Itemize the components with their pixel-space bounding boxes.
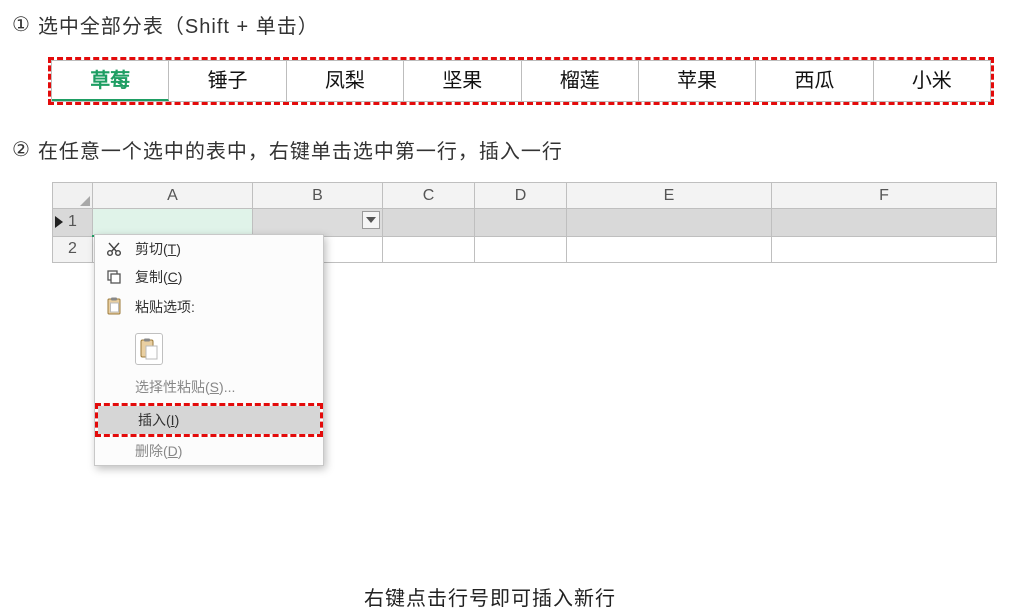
col-header-D[interactable]: D [475, 183, 567, 209]
row-header-1[interactable]: 1 [53, 209, 93, 237]
step-2-text: 在任意一个选中的表中，右键单击选中第一行，插入一行 [38, 135, 563, 164]
filter-icon[interactable] [362, 211, 380, 229]
col-header-E[interactable]: E [567, 183, 772, 209]
step-1-heading: ① 选中全部分表（Shift + 单击） [12, 10, 1010, 39]
cell-C1[interactable] [383, 209, 475, 237]
clipboard-icon [103, 297, 125, 315]
ctx-paste-label: 粘贴选项: [135, 297, 313, 317]
cell-E2[interactable] [567, 236, 772, 262]
sheet-tab-3[interactable]: 坚果 [404, 61, 521, 101]
copy-icon [103, 269, 125, 285]
ctx-paste-buttons [135, 329, 323, 373]
ctx-paste-options: 粘贴选项: [95, 291, 323, 329]
step-2-heading: ② 在任意一个选中的表中，右键单击选中第一行，插入一行 [12, 135, 1010, 164]
annotation-text: 右键点击行号即可插入新行 [364, 582, 764, 611]
sheet-tabs-highlight: 草莓 锤子 凤梨 坚果 榴莲 苹果 西瓜 小米 [48, 57, 994, 105]
cell-A1[interactable]: 立 [93, 209, 253, 237]
paste-default-icon[interactable] [135, 333, 163, 365]
sheet-tab-2[interactable]: 凤梨 [287, 61, 404, 101]
col-header-C[interactable]: C [383, 183, 475, 209]
ctx-copy-label: 复制(C) [135, 267, 313, 287]
cell-D2[interactable] [475, 236, 567, 262]
select-all-corner[interactable] [53, 183, 93, 209]
ctx-delete[interactable]: 删除(D) [95, 437, 323, 465]
ctx-cut[interactable]: 剪切(T) [95, 235, 323, 263]
sheet-tab-1[interactable]: 锤子 [169, 61, 286, 101]
cell-F2[interactable] [772, 236, 997, 262]
ctx-insert-highlight: 插入(I) [95, 403, 323, 437]
step-1-text: 选中全部分表（Shift + 单击） [38, 10, 319, 39]
step-1-number: ① [12, 12, 30, 37]
ctx-insert-label: 插入(I) [138, 410, 310, 430]
step-2-number: ② [12, 137, 30, 162]
sheet-tab-0[interactable]: 草莓 [52, 61, 169, 101]
sheet-tab-5[interactable]: 苹果 [639, 61, 756, 101]
context-menu: 剪切(T) 复制(C) 粘贴选项: 选择性粘贴(S)... [94, 234, 324, 466]
ctx-cut-label: 剪切(T) [135, 239, 313, 259]
ctx-copy[interactable]: 复制(C) [95, 263, 323, 291]
col-header-A[interactable]: A [93, 183, 253, 209]
ctx-paste-special-label: 选择性粘贴(S)... [135, 377, 313, 397]
row-header-2[interactable]: 2 [53, 236, 93, 262]
ctx-insert[interactable]: 插入(I) [98, 406, 320, 434]
sheet-tab-4[interactable]: 榴莲 [522, 61, 639, 101]
cell-E1[interactable] [567, 209, 772, 237]
spreadsheet-area: A B C D E F 1 立 草 [12, 182, 1010, 466]
col-header-F[interactable]: F [772, 183, 997, 209]
sheet-tabs: 草莓 锤子 凤梨 坚果 榴莲 苹果 西瓜 小米 [51, 60, 991, 102]
cell-C2[interactable] [383, 236, 475, 262]
col-header-B[interactable]: B [253, 183, 383, 209]
scissors-icon [103, 241, 125, 257]
sheet-tab-6[interactable]: 西瓜 [756, 61, 873, 101]
cell-F1[interactable] [772, 209, 997, 237]
cell-B1[interactable]: 草 [253, 209, 383, 237]
cell-D1[interactable] [475, 209, 567, 237]
sheet-tab-7[interactable]: 小米 [874, 61, 990, 101]
ctx-delete-label: 删除(D) [135, 441, 313, 461]
ctx-paste-special[interactable]: 选择性粘贴(S)... [95, 373, 323, 401]
